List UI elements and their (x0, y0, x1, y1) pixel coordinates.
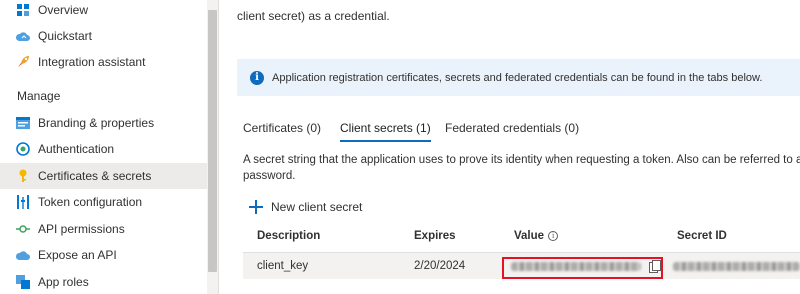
sidebar-item-integration-assistant[interactable]: Integration assistant (0, 49, 207, 75)
sidebar-item-label: API permissions (38, 222, 125, 236)
sidebar-item-api-permissions[interactable]: API permissions (0, 216, 207, 242)
new-client-secret-label: New client secret (271, 200, 363, 214)
tab-certificates[interactable]: Certificates (0) (243, 118, 321, 142)
sidebar-item-label: App roles (38, 275, 89, 289)
tab-label: Certificates (0) (243, 121, 322, 135)
new-client-secret-button[interactable]: New client secret (249, 200, 362, 214)
client-secrets-description: A secret string that the application use… (243, 152, 800, 184)
cloud-icon (16, 248, 30, 262)
highlight-annotation-box (502, 257, 663, 279)
sidebar-item-label: Token configuration (38, 195, 143, 209)
branding-icon (16, 116, 30, 130)
token-bars-icon (16, 195, 30, 209)
masked-secret-id (673, 262, 800, 271)
column-header-description: Description (257, 230, 321, 242)
column-header-secret-id: Secret ID (677, 230, 727, 242)
scrollbar-thumb[interactable] (208, 10, 217, 272)
sidebar-item-label: Branding & properties (38, 116, 155, 130)
sidebar-item-token-configuration[interactable]: Token configuration (0, 189, 207, 215)
description-line-1: A secret string that the application use… (243, 154, 800, 166)
description-line-2: password. (243, 170, 296, 182)
app-roles-icon (16, 275, 30, 289)
info-icon[interactable]: i (548, 231, 559, 241)
sidebar-scrollbar[interactable] (207, 0, 218, 294)
sidebar-item-label: Authentication (38, 142, 115, 156)
tab-label: Client secrets (1) (340, 121, 431, 135)
sidebar-item-label: Overview (38, 3, 89, 17)
sidebar-item-label: Quickstart (38, 29, 93, 43)
sidebar-item-label: Integration assistant (38, 55, 146, 69)
sidebar-item-app-roles[interactable]: App roles (0, 269, 207, 294)
section-label-manage: Manage (17, 89, 61, 103)
info-bar: i Application registration certificates,… (237, 59, 800, 96)
sidebar-item-authentication[interactable]: Authentication (0, 136, 207, 162)
cell-expires: 2/20/2024 (414, 260, 466, 272)
sidebar-item-label: Expose an API (38, 248, 117, 262)
sidebar-item-label: Certificates & secrets (38, 169, 152, 183)
tab-label: Federated credentials (0) (445, 121, 580, 135)
column-header-value: Value i (514, 230, 559, 242)
grid-icon (16, 3, 30, 17)
cloud-icon (16, 29, 30, 43)
sidebar-item-quickstart[interactable]: Quickstart (0, 23, 207, 49)
sidebar: Overview Quickstart Integration assistan… (0, 0, 218, 294)
sidebar-item-branding[interactable]: Branding & properties (0, 110, 207, 136)
intro-text: client secret) as a credential. (237, 9, 390, 23)
sidebar-item-expose-api[interactable]: Expose an API (0, 242, 207, 268)
main-content: client secret) as a credential. i Applic… (219, 0, 800, 294)
authentication-icon (16, 142, 30, 156)
active-tab-indicator (340, 140, 431, 142)
sidebar-item-overview[interactable]: Overview (0, 0, 207, 23)
column-header-value-label: Value (514, 230, 545, 242)
info-bar-text: Application registration certificates, s… (272, 71, 763, 84)
sidebar-item-certificates-secrets[interactable]: Certificates & secrets (0, 163, 207, 189)
plus-icon (249, 200, 263, 214)
tab-federated-credentials[interactable]: Federated credentials (0) (445, 118, 579, 142)
rocket-icon (16, 55, 30, 69)
cell-description: client_key (257, 260, 309, 272)
column-header-expires: Expires (414, 230, 456, 242)
info-icon: i (250, 70, 264, 85)
tab-client-secrets[interactable]: Client secrets (1) (340, 118, 431, 142)
api-permissions-icon (16, 222, 30, 236)
key-icon (16, 169, 30, 183)
